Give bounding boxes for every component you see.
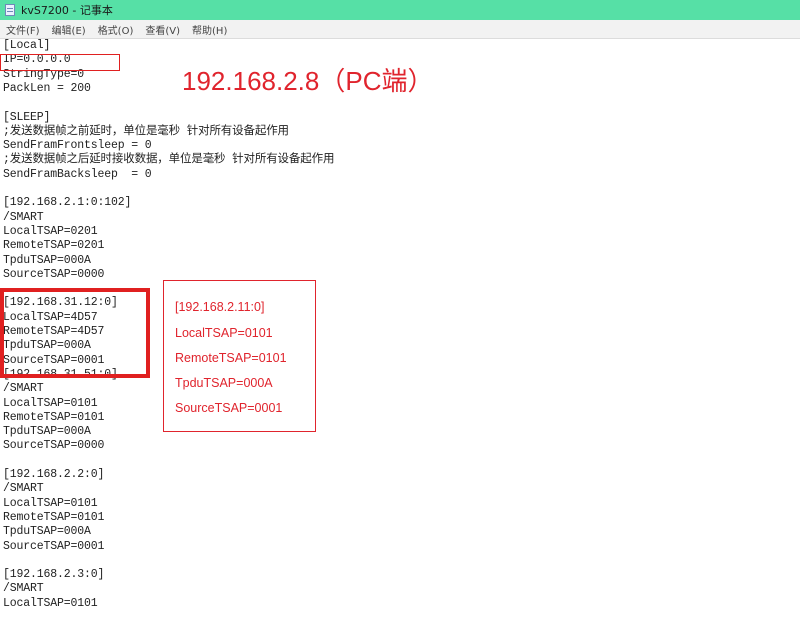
pc-ip-annotation: 192.168.2.8（PC端）: [182, 66, 434, 96]
editor-line: ;发送数据帧之前延时，单位是毫秒 针对所有设备起作用: [3, 124, 289, 138]
editor-line: /SMART: [3, 582, 44, 596]
editor-line: SourceTSAP=0000: [3, 439, 105, 453]
menu-bar: 文件(F) 编辑(E) 格式(O) 查看(V) 帮助(H): [0, 20, 800, 39]
notepad-icon: [5, 4, 15, 16]
editor-line: ;发送数据帧之后延时接收数据，单位是毫秒 针对所有设备起作用: [3, 153, 335, 167]
editor-line: [Local]: [3, 39, 51, 52]
window-title: kvS7200 - 记事本: [21, 4, 113, 17]
editor-line: SourceTSAP=0001: [3, 539, 105, 553]
editor-line: SendFramFrontsleep = 0: [3, 139, 152, 153]
editor-line: TpduTSAP=000A: [3, 253, 91, 267]
plc-config-annotation-box: [192.168.2.11:0] LocalTSAP=0101 RemoteTS…: [163, 280, 316, 432]
editor-line: [192.168.2.3:0]: [3, 568, 105, 582]
editor-line: LocalTSAP=0201: [3, 224, 98, 238]
editor-line: LocalTSAP=0101: [3, 496, 98, 510]
editor-line: SendFramBacksleep = 0: [3, 167, 152, 181]
menu-view[interactable]: 查看(V): [145, 22, 180, 37]
editor-line: RemoteTSAP=0101: [3, 410, 105, 424]
editor-line: RemoteTSAP=0201: [3, 239, 105, 253]
menu-file[interactable]: 文件(F): [6, 22, 40, 37]
editor-line: /SMART: [3, 382, 44, 396]
editor-line: [192.168.2.2:0]: [3, 468, 105, 481]
menu-help[interactable]: 帮助(H): [192, 22, 227, 37]
annotation-line: SourceTSAP=0001: [175, 401, 283, 415]
annotation-line: RemoteTSAP=0101: [175, 351, 287, 365]
editor-line: [SLEEP]: [3, 110, 51, 124]
editor-line: SourceTSAP=0000: [3, 267, 105, 281]
editor-line: LocalTSAP=0101: [3, 596, 98, 610]
editor-line: RemoteTSAP=0101: [3, 510, 105, 524]
editor-line: TpduTSAP=000A: [3, 425, 91, 439]
window-titlebar[interactable]: kvS7200 - 记事本: [0, 0, 800, 20]
editor-line: TpduTSAP=000A: [3, 525, 91, 539]
editor-line: /SMART: [3, 210, 44, 224]
annotation-line: [192.168.2.11:0]: [175, 300, 265, 314]
plc-section-highlight-box: [0, 288, 150, 378]
menu-edit[interactable]: 编辑(E): [52, 22, 86, 37]
annotation-line: TpduTSAP=000A: [175, 376, 273, 390]
ip-highlight-box: [0, 54, 120, 71]
editor-line: LocalTSAP=0101: [3, 396, 98, 410]
editor-line: [192.168.2.1:0:102]: [3, 196, 132, 210]
editor-line: PackLen = 200: [3, 81, 91, 95]
menu-format[interactable]: 格式(O): [98, 22, 134, 37]
editor-line: /SMART: [3, 482, 44, 496]
annotation-line: LocalTSAP=0101: [175, 326, 273, 340]
